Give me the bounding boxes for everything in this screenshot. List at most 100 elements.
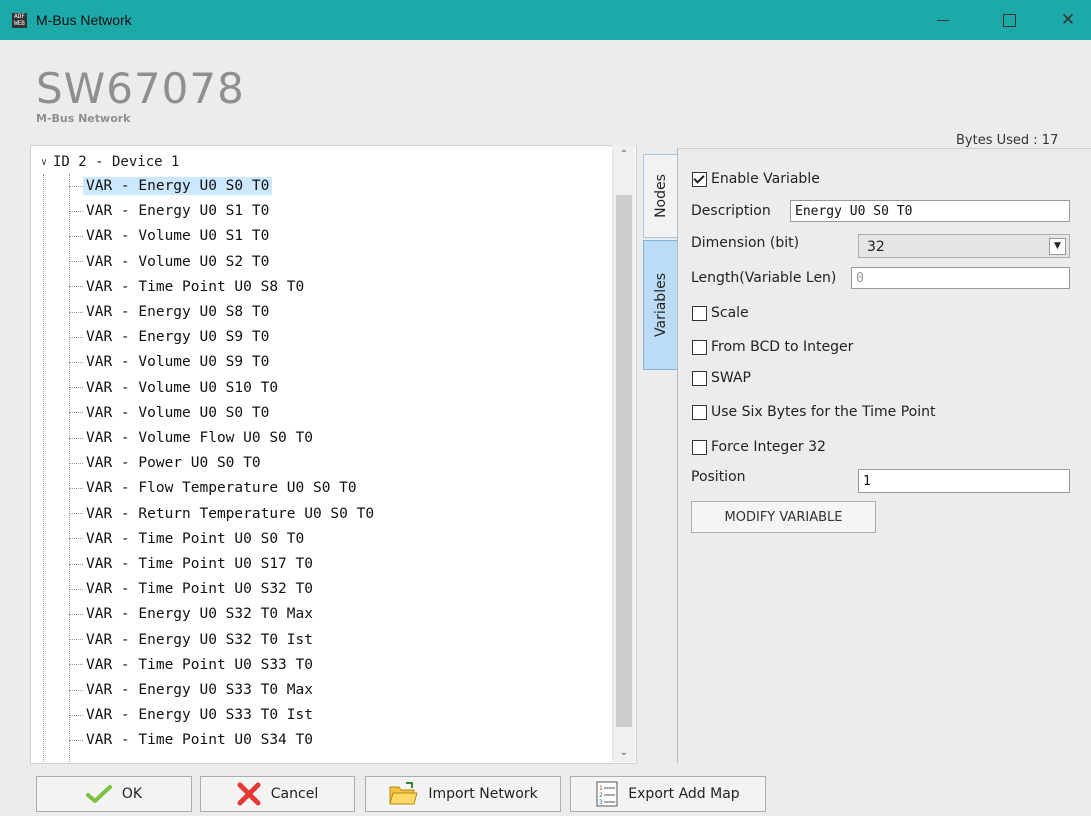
position-label: Position [691,469,746,485]
tree-branch-line [69,563,83,565]
force-integer-label: Force Integer 32 [711,439,826,455]
description-input[interactable] [790,200,1070,222]
modify-variable-button[interactable]: MODIFY VARIABLE [691,501,876,533]
dropdown-arrow-icon[interactable]: ▼ [1049,238,1066,255]
tree-item[interactable]: VAR - Volume U0 S10 T0 [69,376,281,400]
tree-item[interactable]: VAR - Time Point U0 S34 T0 [69,728,316,752]
tree-item[interactable]: VAR - Energy U0 S0 T0 [69,174,273,198]
ok-button[interactable]: OK [36,776,192,812]
tree-item-label: VAR - Time Point U0 S17 T0 [86,556,313,572]
numbered-list-icon: 1 2 3 [596,781,618,807]
position-input[interactable] [858,469,1070,493]
tree-item[interactable]: VAR - Energy U0 S8 T0 [69,300,272,324]
tree-root-node[interactable]: ∨ ID 2 - Device 1 [41,154,179,170]
network-tree[interactable]: ∨ ID 2 - Device 1 VAR - Energy U0 S0 T0 V… [30,145,637,764]
tree-item[interactable]: VAR - Volume Flow U0 S0 T0 [69,426,316,450]
tree-item-label: VAR - Energy U0 S8 T0 [86,304,270,320]
bcd-to-integer-checkbox[interactable] [692,339,707,355]
svg-text:3: 3 [599,799,603,806]
tab-nodes[interactable]: Nodes [643,154,679,238]
swap-row[interactable]: SWAP [692,370,751,386]
tree-item[interactable]: VAR - Energy U0 S9 T0 [69,325,272,349]
dimension-select[interactable]: 32 ▼ [858,234,1070,258]
tree-item-label: VAR - Time Point U0 S0 T0 [86,530,305,547]
tree-branch-line [69,462,83,464]
tree-item-label: VAR - Time Point U0 S8 T0 [86,278,305,295]
tree-item[interactable]: VAR - Power U0 S0 T0 [69,451,264,475]
tree-branch-line [69,412,83,414]
force-int-row[interactable]: Force Integer 32 [692,439,826,455]
tree-item-label: VAR - Volume U0 S1 T0 [86,228,270,245]
scroll-down-icon[interactable]: ⌄ [613,747,635,758]
export-add-map-label: Export Add Map [628,786,740,802]
variable-properties-panel: Enable Variable Description Dimension (b… [677,148,1091,763]
scroll-thumb[interactable] [616,195,632,727]
tree-branch-line [69,487,83,489]
bcd-to-integer-label: From BCD to Integer [711,339,854,355]
chevron-down-icon[interactable]: ∨ [41,157,53,168]
tree-item-label: VAR - Energy U0 S33 T0 Max [86,682,313,698]
tree-item[interactable]: VAR - Time Point U0 S8 T0 [69,275,307,299]
export-add-map-button[interactable]: 1 2 3 Export Add Map [570,776,766,812]
tree-branch-line [69,261,83,263]
svg-text:2: 2 [599,792,603,799]
swap-checkbox[interactable] [692,370,707,386]
dimension-label: Dimension (bit) [691,235,800,251]
tree-item[interactable]: VAR - Volume U0 S1 T0 [69,224,272,248]
enable-variable-row[interactable]: Enable Variable [692,171,820,187]
tree-item[interactable]: VAR - Time Point U0 S17 T0 [69,552,316,576]
six-bytes-checkbox[interactable] [692,404,707,420]
tree-item[interactable]: VAR - Time Point U0 S33 T0 [69,653,316,677]
tree-item[interactable]: VAR - Volume U0 S0 T0 [69,401,272,425]
tree-branch-line [69,613,83,615]
scale-row[interactable]: Scale [692,305,749,321]
tree-item[interactable]: VAR - Energy U0 S32 T0 Ist [69,628,316,652]
tree-branch-line [69,336,83,338]
tree-item-label: VAR - Volume U0 S2 T0 [86,253,270,270]
force-integer-checkbox[interactable] [692,439,707,455]
tree-item[interactable]: VAR - Energy U0 S32 T0 Max [69,602,316,626]
svg-text:1: 1 [599,785,603,792]
tree-scrollbar[interactable]: ⌃ ⌄ [612,145,635,762]
scale-checkbox[interactable] [692,305,707,321]
tree-item[interactable]: VAR - Time Point U0 S32 T0 [69,577,316,601]
product-title: SW67078 [36,64,245,113]
tree-branch-line [69,286,83,288]
tree-item-label: VAR - Energy U0 S32 T0 Ist [86,631,313,648]
tree-item[interactable]: VAR - Energy U0 S33 T0 Max [69,678,316,702]
length-input[interactable] [851,267,1070,289]
minimize-button[interactable] [920,0,966,40]
tree-branch-line [69,639,83,641]
swap-label: SWAP [711,370,751,386]
dimension-value: 32 [867,239,885,255]
tree-item[interactable]: VAR - Energy U0 S33 T0 Ist [69,703,316,727]
tree-item[interactable]: VAR - Volume U0 S9 T0 [69,350,272,374]
tree-guide-line [43,174,44,763]
tree-item-label: VAR - Time Point U0 S32 T0 [86,581,313,598]
close-icon: ✕ [1060,10,1076,30]
cancel-label: Cancel [270,786,319,802]
tree-root-label: ID 2 - Device 1 [53,154,180,170]
tree-item[interactable]: VAR - Energy U0 S1 T0 [69,199,272,223]
maximize-button[interactable] [986,0,1032,40]
import-network-button[interactable]: Import Network [365,776,561,812]
tree-branch-line [69,689,83,691]
tree-item[interactable]: VAR - Time Point U0 S0 T0 [69,527,307,551]
six-bytes-row[interactable]: Use Six Bytes for the Time Point [692,404,935,420]
tree-item[interactable]: VAR - Flow Temperature U0 S0 T0 [69,476,360,500]
tree-item[interactable]: VAR - Return Temperature U0 S0 T0 [69,502,377,526]
tab-variables[interactable]: Variables [643,240,679,370]
tree-item-label: VAR - Volume U0 S0 T0 [86,404,270,421]
folder-open-icon [388,781,418,807]
scale-label: Scale [711,305,749,321]
scroll-up-icon[interactable]: ⌃ [613,149,635,160]
bcd-row[interactable]: From BCD to Integer [692,339,853,355]
enable-variable-checkbox[interactable] [692,171,707,187]
tree-item[interactable]: VAR - Volume U0 S2 T0 [69,250,272,274]
tree-item-label: VAR - Energy U0 S1 T0 [86,203,270,220]
cancel-button[interactable]: Cancel [200,776,355,812]
bytes-used-label: Bytes Used : 17 [956,133,1059,148]
tree-item-label: VAR - Return Temperature U0 S0 T0 [86,505,375,522]
close-button[interactable]: ✕ [1045,0,1091,40]
tree-item-label: VAR - Time Point U0 S34 T0 [86,732,313,749]
